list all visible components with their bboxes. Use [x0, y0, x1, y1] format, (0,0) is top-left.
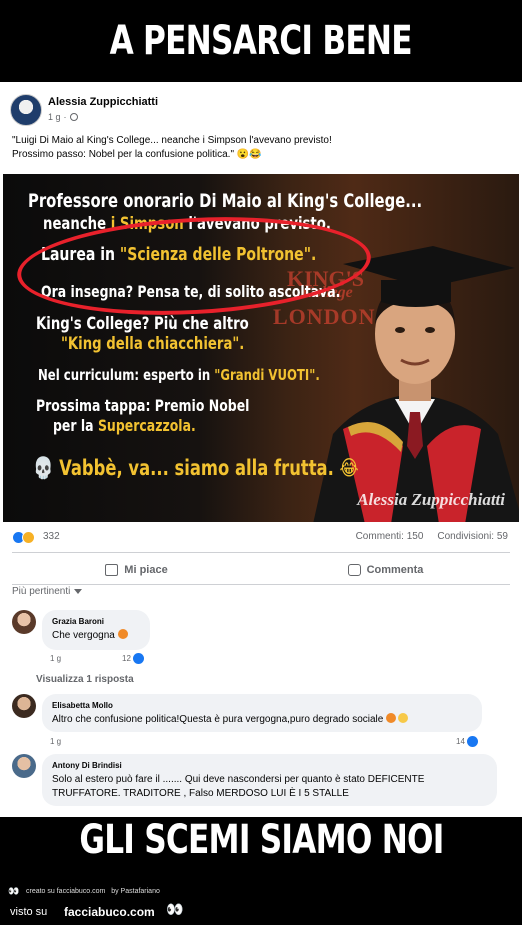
eyes-logo-icon: 👀 — [8, 886, 20, 896]
like-button-label: Mi piace — [124, 564, 168, 576]
comment-like-count: 14 — [456, 737, 465, 746]
image-line-7: Nel curriculum: esperto in "Grandi VUOTI… — [38, 366, 320, 384]
post-header: Alessia Zuppicchiatti 1 g · — [10, 94, 510, 130]
image-line-8: Prossima tappa: Premio Nobel — [36, 396, 250, 415]
image-line-5: King's College? Più che altro — [36, 314, 249, 334]
sort-label: Più pertinenti — [12, 586, 71, 597]
comment-button[interactable]: Commenta — [261, 558, 510, 582]
view-replies-link[interactable]: Visualizza 1 risposta — [36, 674, 134, 685]
comment-bubble: Antony Di Brindisi Solo al estero può fa… — [42, 754, 497, 806]
comment-text-line-1: Solo al estero può fare il ....... Qui d… — [52, 774, 425, 785]
comment-time[interactable]: 1 g — [50, 654, 61, 663]
commenter-avatar[interactable] — [12, 694, 36, 718]
image-line-1: Professore onorario Di Maio al King's Co… — [28, 190, 423, 212]
divider — [12, 552, 510, 553]
image-signature: Alessia Zuppicchiatti — [357, 490, 505, 509]
angry-emoji-icon — [117, 629, 128, 639]
globe-icon — [69, 113, 78, 121]
comment-like-count: 12 — [122, 654, 131, 663]
footer-by: by Pastafariano — [111, 888, 160, 895]
comment-bubble: Elisabetta Mollo Altro che confusione po… — [42, 694, 482, 732]
share-count[interactable]: Condivisioni: 59 — [437, 531, 508, 542]
post-text: "Luigi Di Maio al King's College... nean… — [12, 134, 407, 162]
angry-emoji-icon — [386, 713, 397, 723]
commenter-name[interactable]: Elisabetta Mollo — [52, 701, 472, 710]
comment-item: Grazia Baroni Che vergogna 1 g 12 — [12, 610, 510, 680]
like-reaction-icon — [466, 736, 478, 747]
comment-time[interactable]: 1 g — [50, 737, 61, 746]
comment-item: Elisabetta Mollo Altro che confusione po… — [12, 694, 510, 754]
comment-bubble: Grazia Baroni Che vergogna — [42, 610, 150, 650]
commenter-name[interactable]: Grazia Baroni — [52, 617, 140, 626]
comment-text-content: Che vergogna — [52, 630, 115, 641]
commenter-avatar[interactable] — [12, 610, 36, 634]
comment-likes[interactable]: 12 — [122, 653, 144, 664]
divider — [12, 584, 510, 585]
facebook-post: Alessia Zuppicchiatti 1 g · "Luigi Di Ma… — [0, 82, 522, 817]
post-image[interactable]: KING'S College LONDON Professore onorari… — [3, 174, 519, 522]
meme-top-banner: A PENSARCI BENE — [0, 0, 522, 82]
footer-created: creato su facciabuco.com — [26, 888, 106, 895]
comment-item: Antony Di Brindisi Solo al estero può fa… — [12, 754, 510, 814]
comment-count[interactable]: Commenti: 150 — [356, 531, 424, 542]
comment-button-label: Commenta — [366, 564, 424, 576]
post-text-line-2: Prossimo passo: Nobel per la confusione … — [12, 149, 262, 160]
image-line-7a: Nel curriculum: esperto in — [38, 366, 215, 384]
post-time[interactable]: 1 g — [48, 112, 61, 122]
post-meta: 1 g · — [48, 112, 78, 122]
commenter-name[interactable]: Antony Di Brindisi — [52, 761, 487, 770]
footer-visto-su: visto su — [10, 906, 48, 918]
sad-emoji-icon — [398, 713, 409, 723]
footer-created-text: creato su facciabuco.com by Pastafariano — [26, 888, 160, 895]
image-line-6: "King della chiacchiera". — [61, 334, 245, 354]
post-stats: Commenti: 150 Condivisioni: 59 — [356, 531, 508, 542]
reaction-count[interactable]: 332 — [43, 531, 60, 542]
image-line-7b: "Grandi VUOTI". — [214, 366, 320, 384]
reactions-row: 332 Commenti: 150 Condivisioni: 59 — [12, 530, 520, 548]
author-avatar[interactable] — [10, 94, 42, 126]
like-reaction-icon — [132, 653, 144, 664]
post-text-line-1: "Luigi Di Maio al King's College... nean… — [12, 135, 332, 146]
image-line-9a: per la — [53, 416, 98, 435]
comment-icon — [347, 564, 361, 576]
comment-likes[interactable]: 14 — [456, 736, 478, 747]
like-button[interactable]: Mi piace — [12, 558, 261, 582]
eyes-logo-icon: 👀 — [166, 901, 184, 917]
commenter-avatar[interactable] — [12, 754, 36, 778]
reaction-icons[interactable] — [12, 531, 35, 544]
thumbs-up-icon — [105, 564, 119, 576]
meme-bottom-caption: GLI SCEMI SIAMO NOI — [78, 817, 444, 863]
image-line-9: per la Supercazzola. — [53, 416, 196, 435]
comment-sort-dropdown[interactable]: Più pertinenti — [12, 586, 83, 597]
comment-text-line-2: TRUFFATORE. TRADITORE , Falso MERDOSO LU… — [52, 788, 349, 799]
site-footer: 👀 creato su facciabuco.com by Pastafaria… — [0, 880, 522, 925]
haha-reaction-icon — [22, 531, 35, 544]
meme-top-caption: A PENSARCI BENE — [109, 18, 413, 64]
footer-brand-link[interactable]: facciabuco.com — [64, 905, 155, 919]
image-line-9b: Supercazzola. — [97, 416, 196, 435]
meta-separator: · — [63, 112, 67, 122]
comment-text-content: Altro che confusione politica!Questa è p… — [52, 714, 384, 725]
chevron-down-icon — [74, 589, 83, 594]
post-actions: Mi piace Commenta — [12, 558, 510, 582]
image-line-10: 💀 Vabbè, va... siamo alla frutta. 😂 — [33, 456, 359, 480]
author-name[interactable]: Alessia Zuppicchiatti — [48, 96, 158, 108]
comment-text: Che vergogna — [52, 629, 140, 642]
comment-text: Altro che confusione politica!Questa è p… — [52, 713, 472, 726]
